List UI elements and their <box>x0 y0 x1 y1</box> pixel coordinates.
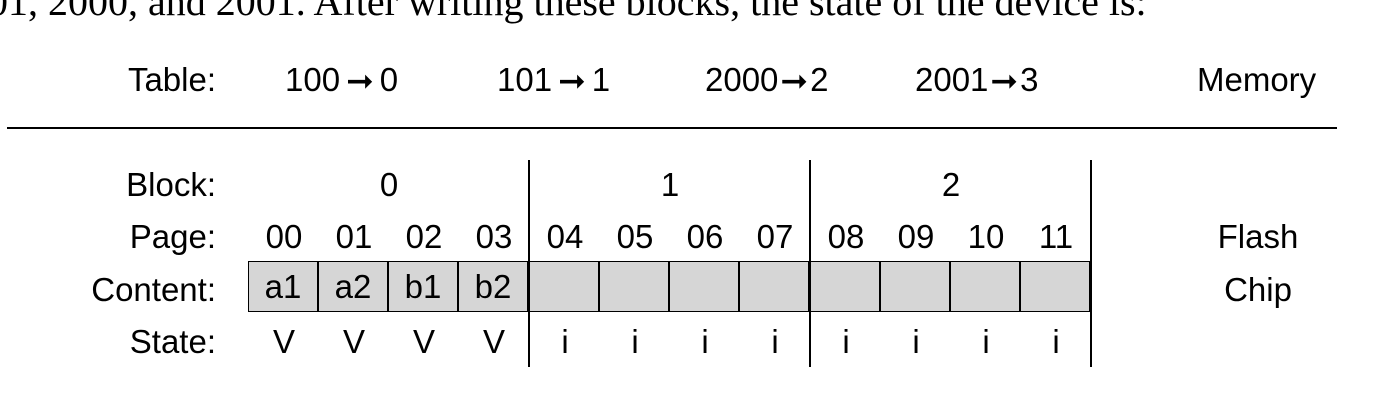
state-value: V <box>482 323 505 360</box>
state-value: i <box>1052 323 1060 360</box>
content-cell <box>739 261 809 312</box>
state-value: i <box>982 323 990 360</box>
mapping-to: 1 <box>591 61 611 98</box>
content-label: Content: <box>91 271 216 308</box>
page-number: 02 <box>405 218 443 255</box>
page-number: 00 <box>265 218 303 255</box>
state-value: V <box>342 323 365 360</box>
block-number: 1 <box>660 166 680 203</box>
arrow-right-icon: ➞ <box>990 61 1019 99</box>
page-number: 01 <box>335 218 373 255</box>
content-cell: b2 <box>458 261 528 312</box>
flash-label: Flash <box>1217 218 1299 255</box>
state-value: i <box>631 323 639 360</box>
mapping-to: 2 <box>810 61 829 98</box>
arrow-right-icon: ➞ <box>346 61 374 99</box>
content-cell <box>669 261 739 312</box>
state-value: i <box>771 323 779 360</box>
mapping-to: 0 <box>379 61 399 98</box>
chip-label: Chip <box>1224 271 1292 308</box>
caption-text: 01, 2000, and 2001. After writing these … <box>0 0 1147 24</box>
mapping-from: 101 <box>497 61 553 98</box>
mapping-from: 2001 <box>915 61 989 98</box>
mapping-from: 100 <box>285 61 341 98</box>
memory-label: Memory <box>1197 61 1317 98</box>
state-value: i <box>842 323 850 360</box>
content-cell <box>880 261 950 312</box>
content-cell: a1 <box>248 261 318 312</box>
block-number: 0 <box>379 166 399 203</box>
mapping-item-2001: 2001 ➞ 3 <box>915 60 1038 100</box>
mapping-item-2000: 2000 ➞ 2 <box>705 60 828 100</box>
content-cell: b1 <box>388 261 458 312</box>
arrow-right-icon: ➞ <box>780 61 809 99</box>
page-number: 11 <box>1038 218 1074 255</box>
page-number: 10 <box>967 218 1005 255</box>
content-cell <box>1020 261 1090 312</box>
content-cell: a2 <box>318 261 388 312</box>
content-cell <box>950 261 1020 312</box>
page-number: 05 <box>616 218 654 255</box>
state-value: i <box>912 323 920 360</box>
page-number: 06 <box>686 218 724 255</box>
block-label: Block: <box>126 166 216 203</box>
block-number: 2 <box>941 166 961 203</box>
arrow-right-icon: ➞ <box>558 61 586 99</box>
page-number: 07 <box>756 218 794 255</box>
state-label: State: <box>129 323 216 360</box>
state-value: V <box>412 323 435 360</box>
page-number: 04 <box>546 218 584 255</box>
page-label: Page: <box>129 218 216 255</box>
mapping-item-100: 100 ➞ 0 <box>285 60 398 100</box>
mapping-item-101: 101 ➞ 1 <box>497 60 610 100</box>
page-number: 08 <box>827 218 865 255</box>
state-value: i <box>701 323 709 360</box>
mapping-to: 3 <box>1020 61 1039 98</box>
content-cell <box>529 261 599 312</box>
content-cell <box>810 261 880 312</box>
table-label: Table: <box>127 61 216 98</box>
page-number: 03 <box>475 218 513 255</box>
mapping-from: 2000 <box>705 61 779 98</box>
content-cell <box>599 261 669 312</box>
state-value: i <box>561 323 569 360</box>
divider-line <box>7 127 1337 129</box>
state-value: V <box>272 323 295 360</box>
page-number: 09 <box>897 218 935 255</box>
